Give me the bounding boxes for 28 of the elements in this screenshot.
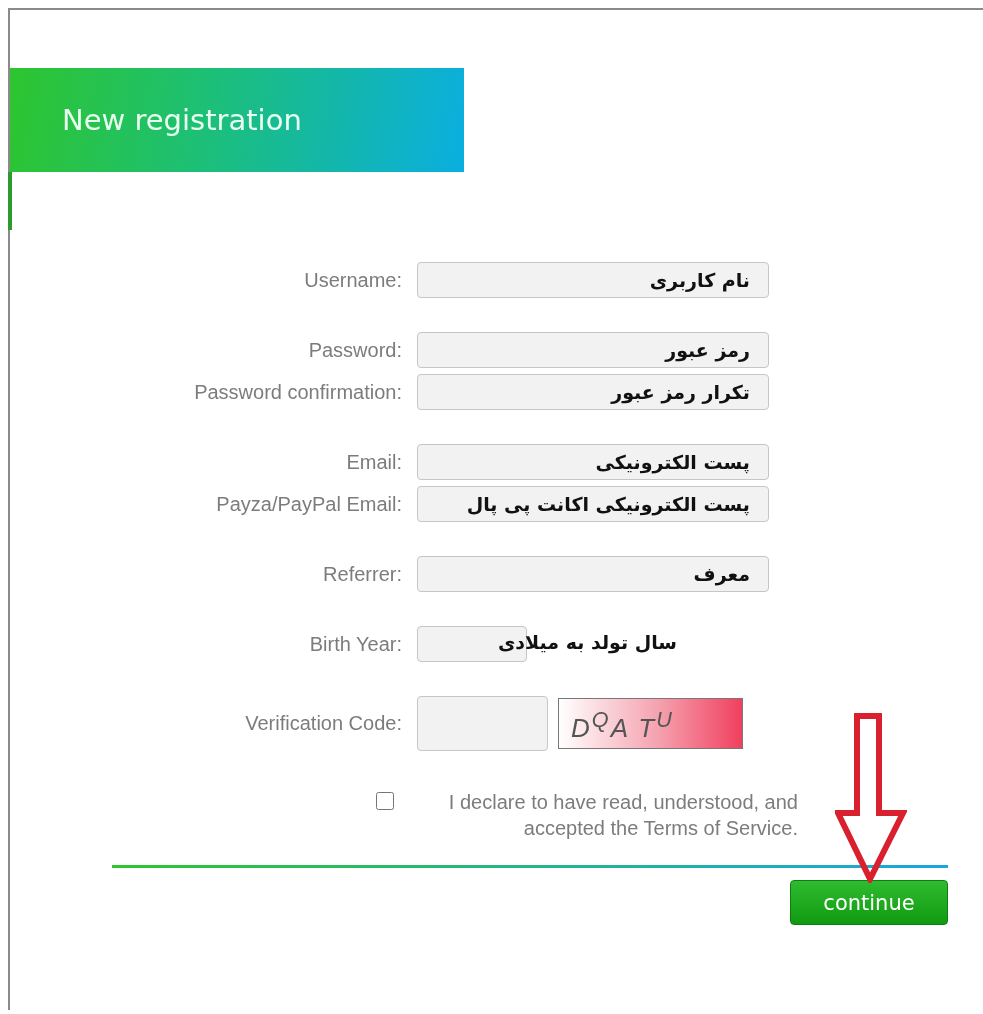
field-label: Email: [345,450,402,474]
terms-checkbox[interactable] [376,792,394,810]
annotation-text: تکرار رمز عبور [611,381,750,403]
field-label: Birth Year: [308,632,402,656]
annotation-text: سال تولد به میلادی [497,631,677,654]
input-field[interactable]: رمز عبور [417,332,769,368]
side-strip [8,172,12,230]
field-label: Referrer: [322,562,402,586]
captcha-image: D$^{Q}$A T$^{U}$ [558,698,743,749]
annotation-text: پست الکترونیکی اکانت پی پال [466,493,750,515]
input-field[interactable]: معرف [417,556,769,592]
input-field[interactable]: نام کاربری [417,262,769,298]
field-label: Password confirmation: [193,380,402,404]
down-arrow-icon [835,713,907,883]
input-field[interactable]: پست الکترونیکی [417,444,769,480]
field-label: Username: [303,268,402,292]
field-label: Password: [307,338,402,362]
terms-text: I declare to have read, understood, and accepted the Terms of Service. [447,790,798,841]
field-label: Payza/PayPal Email: [215,492,402,516]
annotation-text: معرف [693,563,750,585]
field-label: Verification Code: [244,712,402,735]
annotation-text: پست الکترونیکی [595,451,750,473]
annotation-text: رمز عبور [665,339,750,361]
input-field[interactable]: پست الکترونیکی اکانت پی پال [417,486,769,522]
input-field[interactable]: تکرار رمز عبور [417,374,769,410]
code-input-field[interactable] [417,696,548,751]
page-title: New registration [62,103,302,137]
annotation-text: نام کاربری [649,269,750,291]
